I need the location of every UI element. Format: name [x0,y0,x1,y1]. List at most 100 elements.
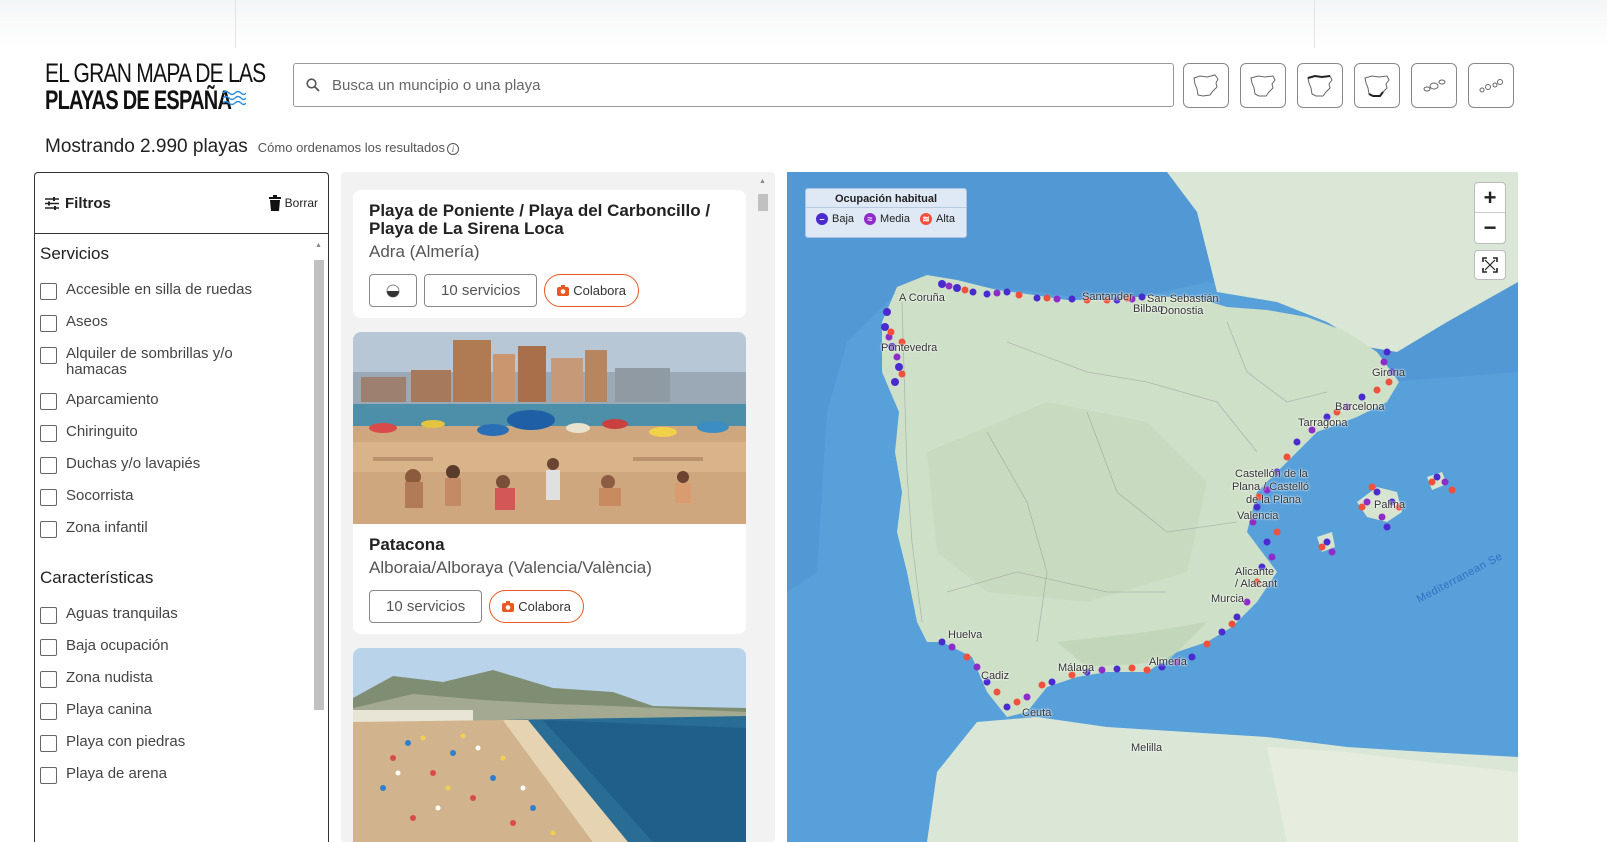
filter-option[interactable]: Chiringuito [40,424,328,442]
filters-scrollbar[interactable]: ▲ [313,242,325,842]
beach-photo[interactable] [353,332,746,524]
scrollbar-thumb[interactable] [758,194,768,211]
collaborate-label: Colabora [518,599,571,614]
city-label: Cadiz [981,670,1010,682]
filter-option[interactable]: Duchas y/o lavapiés [40,456,328,474]
beach-card[interactable] [353,648,746,842]
filter-option[interactable]: Zona infantil [40,520,328,538]
scrollbar-thumb[interactable] [314,260,324,710]
results-count: Mostrando 2.990 playas [45,136,248,157]
city-label: Ceuta [1022,707,1052,719]
beaches-map[interactable]: A Coruña Santander San Sebastián Bilbao … [787,172,1518,842]
region-button-outline[interactable] [1240,63,1286,108]
filter-section-title: Características [40,568,154,587]
filter-option-label: Playa de arena [66,765,167,782]
scroll-up-icon[interactable]: ▲ [315,242,322,249]
filter-option[interactable]: Aguas tranquilas [40,606,328,624]
legend-item-medium[interactable]: ≈ Media [864,213,910,225]
clear-filters-button[interactable]: Borrar [268,195,318,211]
beach-title[interactable]: Patacona [353,524,746,554]
checkbox[interactable] [40,347,57,364]
city-label: Valencia [1237,510,1279,522]
services-button[interactable]: 10 servicios [369,590,483,623]
filter-option[interactable]: Alquiler de sombrillas y/o hamacas [40,346,328,378]
legend-items: – Baja ≈ Media ≋ Alta [806,208,966,225]
filter-option-label: Chiringuito [66,423,138,440]
region-button-south[interactable] [1354,63,1400,108]
results-scrollbar[interactable]: ▲ [757,178,769,842]
collaborate-button[interactable]: Colabora [544,274,639,307]
city-label: A Coruña [899,292,945,304]
checkbox[interactable] [40,283,57,300]
sort-info-link[interactable]: Cómo ordenamos los resultados i [258,140,459,155]
checkbox[interactable] [40,671,57,688]
zoom-out-button[interactable]: − [1475,213,1505,243]
checkbox[interactable] [40,521,57,538]
checkbox[interactable] [40,489,57,506]
filter-option-label: Zona infantil [66,519,148,536]
legend-label: Baja [832,213,855,225]
beach-actions: 10 servicios Colabora [353,274,746,307]
region-button-peninsula[interactable] [1183,63,1229,108]
region-selector [1183,63,1514,108]
search-input[interactable] [332,76,1112,94]
filter-option[interactable]: Playa de arena [40,766,328,784]
checkbox[interactable] [40,393,57,410]
region-button-north[interactable] [1297,63,1343,108]
filter-option-label: Accesible en silla de ruedas [66,281,252,298]
checkbox[interactable] [40,315,57,332]
fullscreen-button[interactable] [1474,250,1506,280]
checkbox[interactable] [40,767,57,784]
clear-filters-label: Borrar [284,196,318,210]
beach-card[interactable]: Patacona Alboraia/Alboraya (Valencia/Val… [353,332,746,634]
occupancy-icon [386,284,400,297]
filters-toggle[interactable]: Filtros [45,195,111,212]
collaborate-button[interactable]: Colabora [489,590,584,623]
checkbox[interactable] [40,425,57,442]
filter-option[interactable]: Aseos [40,314,328,332]
filter-option-label: Duchas y/o lavapiés [66,455,201,472]
waves-icon [222,90,246,106]
city-label: de la Plana [1246,494,1302,506]
fullscreen-icon [1482,257,1498,273]
checkbox[interactable] [40,607,57,624]
city-label: Pontevedra [881,342,938,354]
beach-card[interactable]: Playa de Poniente / Playa del Carboncill… [353,190,746,318]
filter-option[interactable]: Socorrista [40,488,328,506]
region-button-balearic[interactable] [1411,63,1457,108]
occupancy-button[interactable] [369,274,417,307]
search-box[interactable] [293,63,1174,107]
filter-option[interactable]: Playa con piedras [40,734,328,752]
checkbox[interactable] [40,703,57,720]
filter-option-label: Playa canina [66,701,152,718]
filter-option-label: Playa con piedras [66,733,186,750]
filter-option[interactable]: Zona nudista [40,670,328,688]
region-button-canary[interactable] [1468,63,1514,108]
legend-item-high[interactable]: ≋ Alta [920,213,955,225]
beach-location: Alboraia/Alboraya (Valencia/València) [369,558,652,577]
beach-actions: 10 servicios Colabora [353,590,746,623]
checkbox[interactable] [40,457,57,474]
legend-item-low[interactable]: – Baja [816,213,854,225]
filter-option[interactable]: Accesible en silla de ruedas [40,282,328,300]
zoom-in-button[interactable]: + [1475,183,1505,213]
peninsula-map-icon [1193,73,1219,97]
filter-option-label: Aparcamiento [66,391,159,408]
peninsula-north-icon [1307,74,1333,96]
beach-title[interactable]: Playa de Poniente / Playa del Carboncill… [353,190,746,238]
results-summary: Mostrando 2.990 playas Cómo ordenamos lo… [45,136,459,158]
beach-photo[interactable] [353,648,746,842]
services-button[interactable]: 10 servicios [424,274,538,307]
filter-option[interactable]: Aparcamiento [40,392,328,410]
legend-label: Alta [936,213,955,225]
filter-option-label: Baja ocupación [66,637,169,654]
filter-option[interactable]: Playa canina [40,702,328,720]
filter-option[interactable]: Baja ocupación [40,638,328,656]
checkbox[interactable] [40,639,57,656]
scroll-up-icon[interactable]: ▲ [759,178,766,185]
balearic-islands-icon [1423,79,1446,91]
checkbox[interactable] [40,735,57,752]
city-label: Alicante [1235,566,1275,578]
site-logo[interactable]: EL GRAN MAPA DE LAS PLAYAS DE ESPAÑA [45,58,266,115]
filters-title: Filtros [65,194,111,212]
